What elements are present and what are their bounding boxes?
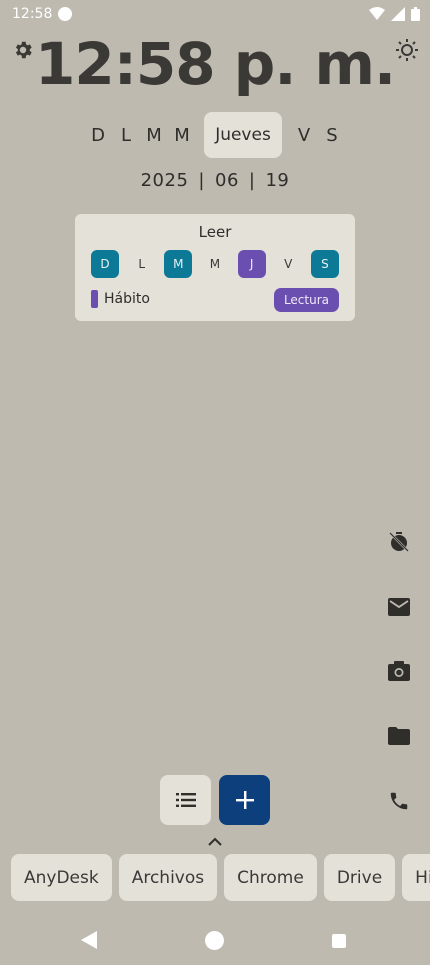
habit-day-chip[interactable]: J: [237, 250, 266, 278]
chevron-up-icon[interactable]: [205, 834, 225, 848]
clock-display[interactable]: 12:58 p. m.: [0, 30, 430, 98]
weekday-selector: D L M M Jueves V S: [0, 112, 430, 158]
status-time: 12:58: [12, 6, 53, 22]
weekday-item[interactable]: L: [112, 125, 140, 146]
add-button[interactable]: [219, 775, 270, 825]
recents-icon[interactable]: [332, 934, 346, 948]
habit-day-chip[interactable]: M: [201, 250, 229, 278]
system-nav-bar: [0, 926, 430, 956]
date-display[interactable]: 2025 | 06 | 19: [0, 170, 430, 191]
notification-dot-icon: [58, 7, 73, 21]
phone-icon[interactable]: [386, 788, 412, 814]
timer-off-icon[interactable]: [386, 529, 412, 555]
date-separator: |: [198, 170, 205, 191]
app-shortcut[interactable]: AnyDesk: [11, 854, 112, 901]
habit-day-chip[interactable]: V: [274, 250, 302, 278]
signal-icon: [391, 7, 405, 21]
app-shortcut[interactable]: HiP: [402, 854, 430, 901]
habit-day-chip[interactable]: D: [91, 250, 119, 278]
habit-title: Leer: [198, 223, 232, 241]
weekday-item[interactable]: M: [140, 125, 168, 146]
mail-icon[interactable]: [386, 594, 412, 620]
plus-icon: [235, 791, 254, 809]
habit-type-label: Hábito: [104, 291, 150, 307]
list-button[interactable]: [160, 775, 211, 825]
habit-day-chip[interactable]: M: [164, 250, 193, 278]
habit-color-bar: [91, 290, 98, 308]
habit-card[interactable]: Leer D L M M J V S Hábito Lectura: [75, 214, 355, 321]
weekday-item[interactable]: D: [84, 125, 112, 146]
date-separator: |: [248, 170, 256, 191]
wifi-icon: [369, 7, 385, 20]
weekday-item[interactable]: S: [318, 125, 346, 146]
weekday-item[interactable]: M: [168, 125, 196, 146]
date-month: 06: [215, 170, 239, 191]
habit-day-chip[interactable]: S: [310, 250, 339, 278]
folder-icon[interactable]: [386, 723, 412, 749]
habit-day-chip[interactable]: L: [128, 250, 156, 278]
habit-days: D L M M J V S: [91, 250, 339, 278]
date-day: 19: [265, 170, 290, 191]
battery-icon: [411, 7, 420, 21]
habit-tag[interactable]: Lectura: [273, 288, 339, 312]
back-icon[interactable]: [80, 930, 98, 950]
app-shortcut[interactable]: Chrome: [224, 854, 317, 901]
status-bar: 12:58: [0, 0, 430, 28]
weekday-item[interactable]: V: [290, 125, 318, 146]
app-shortcut[interactable]: Archivos: [118, 854, 218, 901]
camera-icon[interactable]: [386, 658, 412, 684]
app-shortcut[interactable]: Drive: [323, 854, 396, 901]
weekday-selected[interactable]: Jueves: [204, 112, 282, 158]
habit-type: Hábito: [91, 290, 150, 308]
app-shortcuts: AnyDesk Archivos Chrome Drive HiP: [11, 854, 430, 902]
date-year: 2025: [140, 170, 189, 191]
home-icon[interactable]: [205, 931, 224, 950]
list-icon: [175, 793, 196, 807]
